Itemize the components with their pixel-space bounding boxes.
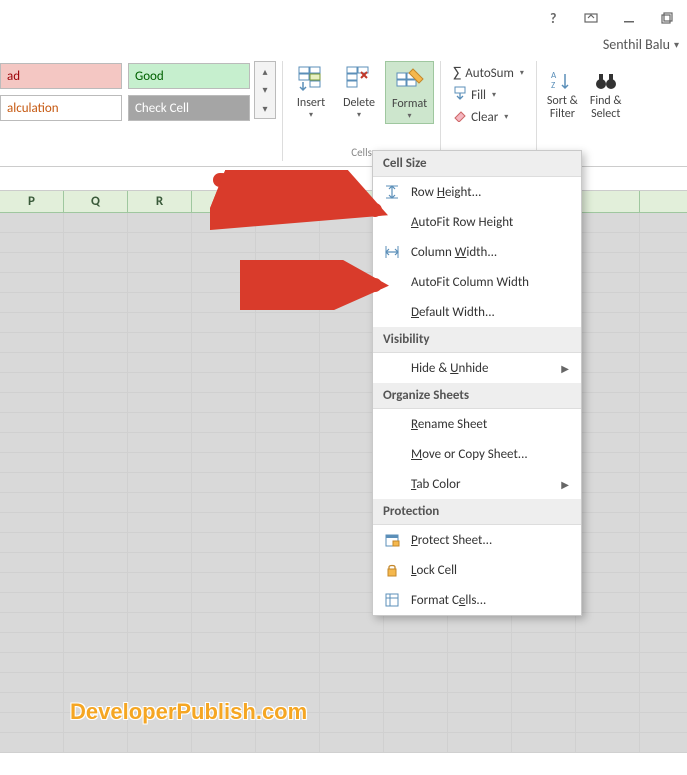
- chevron-down-icon: ▾: [309, 110, 313, 120]
- eraser-icon: [453, 108, 467, 126]
- menu-row-height[interactable]: Row Height...: [373, 177, 581, 207]
- chevron-down-icon: ▾: [357, 110, 361, 120]
- restore-button[interactable]: [653, 7, 681, 29]
- minimize-button[interactable]: [615, 7, 643, 29]
- user-name[interactable]: Senthil Balu: [603, 36, 670, 53]
- menu-header-cellsize: Cell Size: [373, 151, 581, 177]
- chevron-down-icon: ▾: [504, 112, 508, 122]
- col-header[interactable]: [640, 191, 687, 212]
- row-height-icon: [383, 183, 401, 201]
- cells-group-label: Cells: [351, 146, 372, 161]
- menu-default-width[interactable]: Default Width...: [373, 297, 581, 327]
- autosum-button[interactable]: ∑ AutoSum ▾: [453, 63, 524, 83]
- svg-text:?: ?: [550, 11, 557, 25]
- format-cells-dialog-icon: [383, 591, 401, 609]
- format-cells-icon: [394, 64, 426, 96]
- col-header[interactable]: P: [0, 191, 64, 212]
- sigma-icon: ∑: [453, 64, 461, 82]
- submenu-arrow-icon: ▶: [561, 362, 569, 375]
- column-width-icon: [383, 243, 401, 261]
- help-button[interactable]: ?: [539, 7, 567, 29]
- style-calculation[interactable]: alculation: [0, 95, 122, 121]
- chevron-down-icon: ▾: [492, 90, 496, 100]
- binoculars-icon: [592, 67, 620, 95]
- menu-hide-unhide[interactable]: Hide & Unhide ▶: [373, 353, 581, 383]
- grid-cells[interactable]: [0, 213, 687, 753]
- svg-text:Z: Z: [551, 80, 555, 91]
- menu-rename-sheet[interactable]: Rename Sheet: [373, 409, 581, 439]
- menu-header-protection: Protection: [373, 499, 581, 525]
- menu-autofit-column-width[interactable]: AutoFit Column Width: [373, 267, 581, 297]
- protect-sheet-icon: [383, 531, 401, 549]
- formula-bar[interactable]: [0, 167, 687, 191]
- sort-icon: AZ: [548, 67, 576, 95]
- menu-move-copy-sheet[interactable]: Move or Copy Sheet...: [373, 439, 581, 469]
- watermark: DeveloperPublish.com: [70, 699, 307, 725]
- lock-icon: [383, 561, 401, 579]
- col-header[interactable]: [576, 191, 640, 212]
- column-headers[interactable]: P Q R S W: [0, 191, 687, 213]
- delete-button[interactable]: Delete ▾: [337, 61, 381, 122]
- sort-filter-button[interactable]: AZ Sort & Filter: [543, 65, 582, 123]
- style-good[interactable]: Good: [128, 63, 250, 89]
- col-header[interactable]: S: [192, 191, 256, 212]
- format-dropdown-menu: Cell Size Row Height... AutoFit Row Heig…: [372, 150, 582, 616]
- menu-header-organize: Organize Sheets: [373, 383, 581, 409]
- chevron-down-icon: ▾: [408, 111, 412, 121]
- format-button[interactable]: Format ▾: [385, 61, 434, 124]
- menu-format-cells[interactable]: Format Cells...: [373, 585, 581, 615]
- styles-gallery-dropdown[interactable]: ▴▾▾: [254, 61, 276, 119]
- chevron-down-icon: ▾: [674, 38, 679, 51]
- fill-down-icon: [453, 86, 467, 104]
- col-header[interactable]: Q: [64, 191, 128, 212]
- col-header[interactable]: R: [128, 191, 192, 212]
- menu-protect-sheet[interactable]: Protect Sheet...: [373, 525, 581, 555]
- insert-button[interactable]: Insert ▾: [289, 61, 333, 122]
- menu-lock-cell[interactable]: Lock Cell: [373, 555, 581, 585]
- menu-tab-color[interactable]: Tab Color ▶: [373, 469, 581, 499]
- menu-autofit-row-height[interactable]: AutoFit Row Height: [373, 207, 581, 237]
- clear-button[interactable]: Clear ▾: [453, 107, 524, 127]
- submenu-arrow-icon: ▶: [561, 478, 569, 491]
- style-check-cell[interactable]: Check Cell: [128, 95, 250, 121]
- chevron-down-icon: ▾: [520, 68, 524, 78]
- delete-cells-icon: [343, 63, 375, 95]
- menu-header-visibility: Visibility: [373, 327, 581, 353]
- fill-button[interactable]: Fill ▾: [453, 85, 524, 105]
- col-header[interactable]: [256, 191, 320, 212]
- menu-column-width[interactable]: Column Width...: [373, 237, 581, 267]
- style-bad[interactable]: ad: [0, 63, 122, 89]
- find-select-button[interactable]: Find & Select: [586, 65, 626, 123]
- insert-cells-icon: [295, 63, 327, 95]
- ribbon-display-button[interactable]: [577, 7, 605, 29]
